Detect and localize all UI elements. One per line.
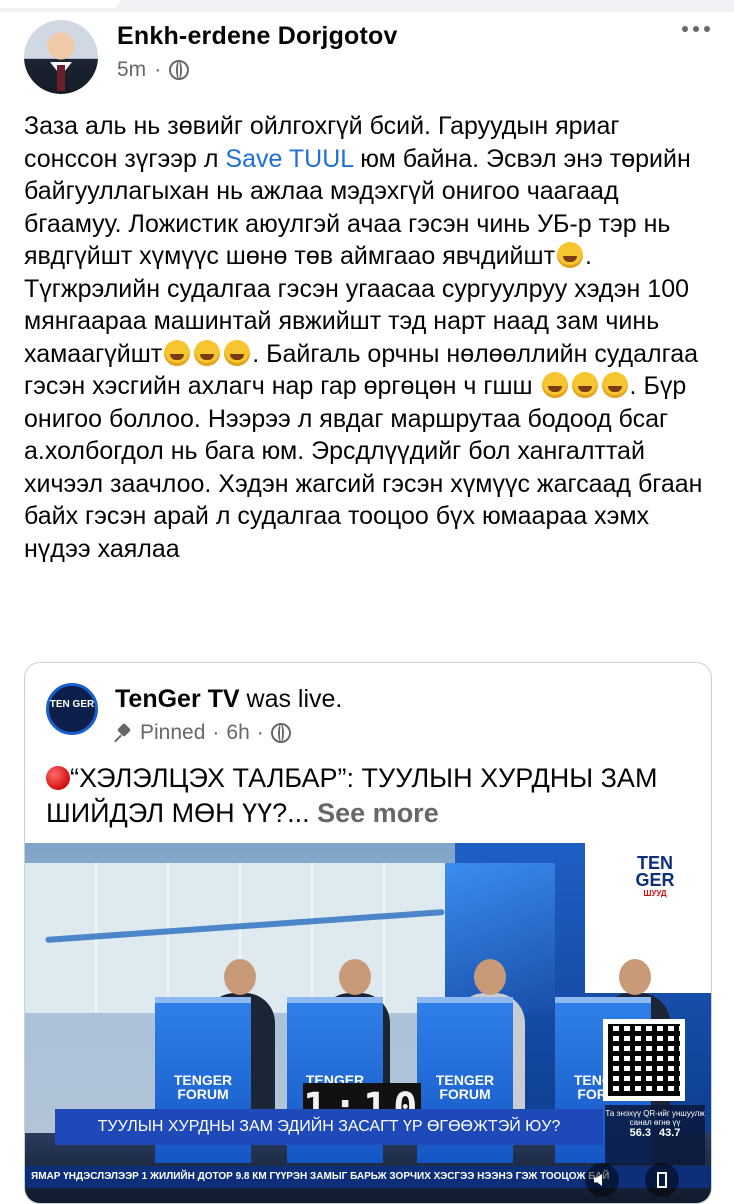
rofl-emoji-icon [601,372,628,398]
post-text: Заза аль нь зөвийг ойлгохгүй бсий. Гаруу… [24,112,703,563]
shared-headline: “ХЭЛЭЛЦЭХ ТАЛБАР”: ТУУЛЫН ХУРДНЫ ЗАМ ШИЙ… [46,763,658,828]
page-logo[interactable]: TEN GER [46,683,98,735]
shared-meta: Pinned · 6h · [115,721,291,745]
see-more-link[interactable]: See more [317,798,439,828]
previous-card-edge [0,0,734,12]
shared-live-post[interactable]: TEN GER TenGer TV was live. Pinned · 6h … [24,662,712,1204]
sweat-smile-emoji-icon [224,339,251,366]
pin-icon [115,724,133,742]
shared-page-title: TenGer TV was live. [115,685,343,713]
author-name[interactable]: Enkh-erdene Dorjgotov [117,22,398,51]
post-time[interactable]: 5m [117,58,146,82]
avatar[interactable] [24,20,98,94]
globe-icon [169,60,190,80]
red-circle-icon [46,766,70,790]
sweat-smile-emoji-icon [194,339,221,366]
qr-code [603,1019,685,1101]
rofl-emoji-icon [541,372,568,398]
post-meta: 5m · [117,58,190,82]
live-video[interactable]: TEN GER ШУУД TENGER FORUM TENGER FORUM T… [25,843,711,1203]
rofl-emoji-icon [571,372,598,398]
globe-icon [270,723,291,743]
shared-time[interactable]: 6h [226,721,249,745]
video-caption: ТУУЛЫН ХУРДНЫ ЗАМ ЭДИЙН ЗАСАГТ ҮР ӨГӨӨЖТ… [55,1109,603,1145]
channel-logo: TEN GER ШУУД [635,853,675,898]
poll-box: Та энэхүү QR-ийг уншуулж санал өгнө үү 5… [605,1105,705,1165]
mute-icon[interactable] [585,1163,619,1197]
sweat-smile-emoji-icon [164,339,191,366]
pinned-label: Pinned [140,721,206,744]
page-name[interactable]: TenGer TV [115,685,240,713]
fullscreen-icon[interactable] [645,1163,679,1197]
post-header: Enkh-erdene Dorjgotov 5m · [24,20,714,94]
rofl-emoji-icon [557,242,584,268]
save-tuul-link[interactable]: Save TUUL [225,145,353,173]
more-options-icon[interactable] [682,26,710,32]
